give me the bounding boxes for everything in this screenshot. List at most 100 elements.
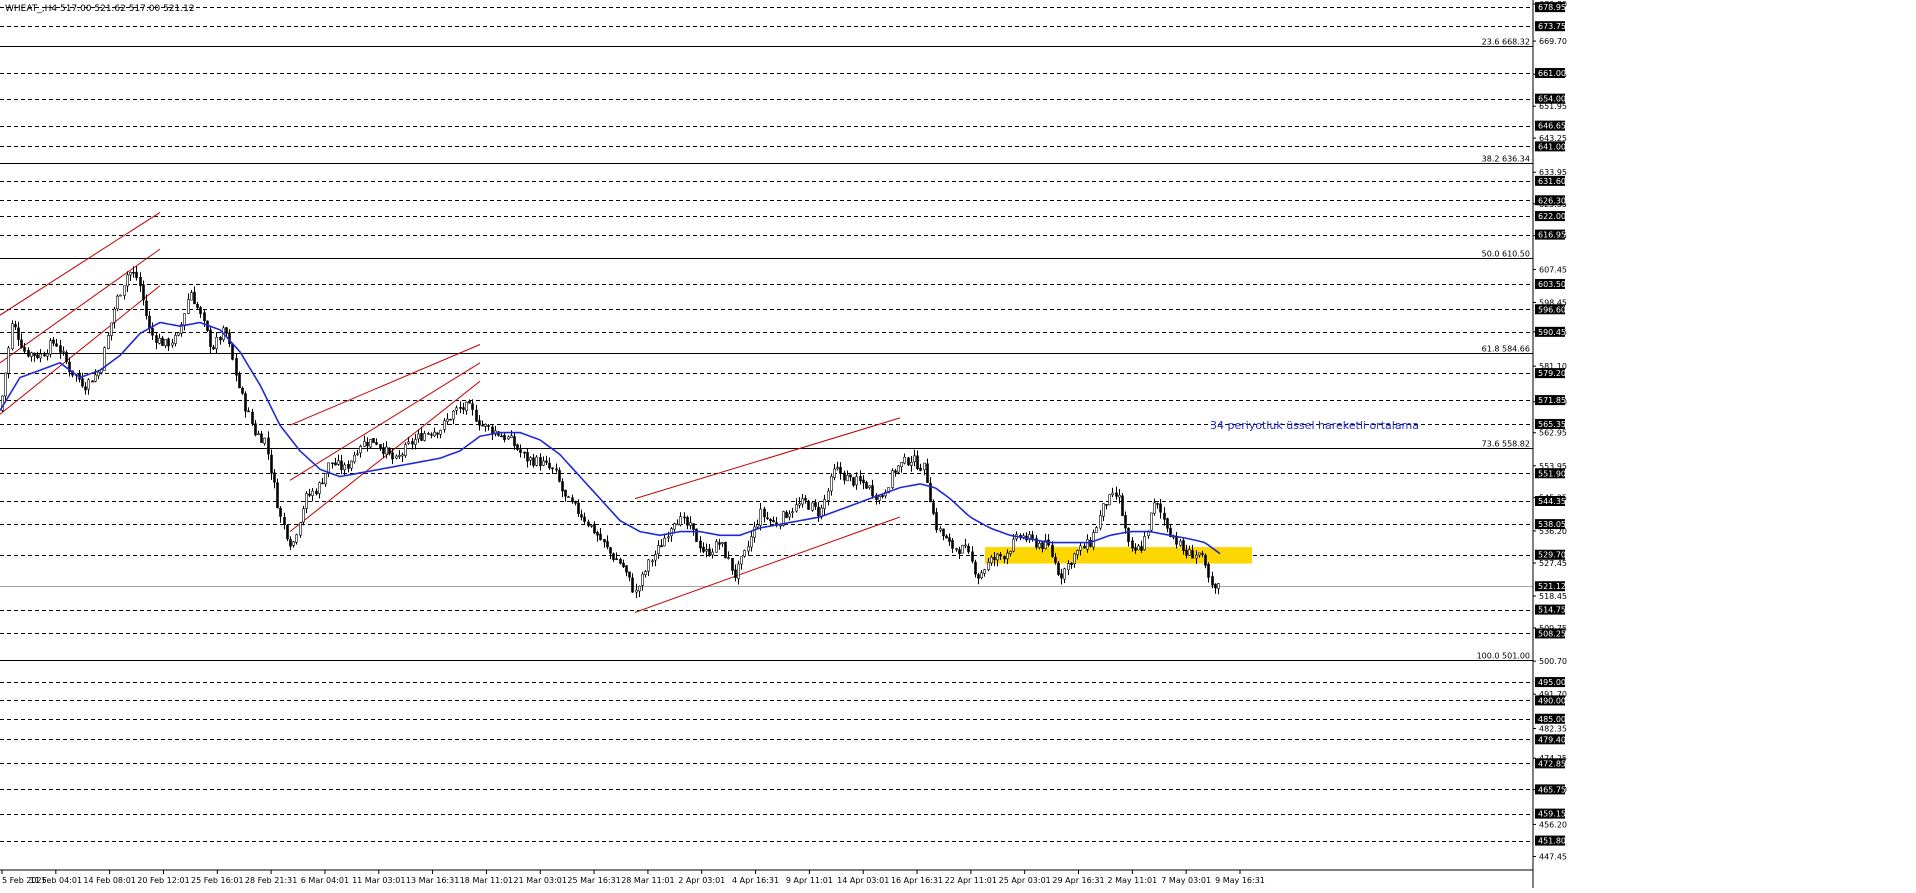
candle-body — [737, 563, 740, 579]
candle-body — [225, 327, 228, 334]
candle-body — [1131, 540, 1134, 549]
candle-body — [23, 347, 26, 352]
candle-body — [1118, 494, 1121, 498]
candle-body — [683, 516, 686, 519]
candle-body — [516, 444, 519, 450]
candle-body — [158, 337, 161, 344]
candle-body — [11, 323, 14, 350]
candle-body — [62, 351, 65, 353]
price-chart[interactable]: 23.6 668.32 38.2 636.34 50.0 610.50 61.8 58… — [0, 0, 1916, 888]
candle-body — [267, 437, 270, 455]
candle-body — [711, 551, 714, 556]
support-zone[interactable] — [985, 547, 1252, 564]
candle-body — [295, 534, 298, 543]
candle-body — [59, 345, 62, 353]
candle-body — [135, 271, 138, 279]
candle-body — [14, 324, 17, 328]
candle-body — [926, 463, 929, 483]
candle-body — [1089, 539, 1092, 547]
candle-body — [4, 372, 7, 397]
candle-body — [1195, 554, 1198, 559]
candle-body — [897, 465, 900, 473]
candle-body — [155, 335, 158, 343]
candle-body — [231, 343, 234, 360]
candle-body — [1127, 527, 1130, 543]
candle-body — [471, 403, 474, 410]
candle-body — [1079, 545, 1082, 551]
candle-body — [673, 523, 676, 530]
candle-body — [286, 524, 289, 540]
candle-body — [894, 470, 897, 473]
candle-body — [1134, 547, 1137, 551]
candle-body — [39, 353, 42, 359]
candle-body — [420, 433, 423, 441]
candle-body — [273, 472, 276, 483]
chart-root: 23.6 668.32 38.2 636.34 50.0 610.50 61.8 58… — [0, 0, 1916, 888]
candle-body — [151, 327, 154, 336]
candle-body — [1214, 583, 1217, 589]
candle-body — [916, 455, 919, 470]
candle-body — [647, 559, 650, 572]
candle-body — [731, 557, 734, 571]
candle-body — [804, 497, 807, 501]
y-tick-label: 607.45 — [1539, 265, 1567, 274]
candle-body — [324, 473, 327, 485]
x-tick-label: 29 Apr 16:31 — [1052, 876, 1104, 885]
x-tick-label: 25 Apr 03:01 — [999, 876, 1051, 885]
y-tick-label: 527.45 — [1539, 559, 1567, 568]
candle-body — [452, 410, 455, 420]
candle-body — [670, 528, 673, 537]
candle-body — [817, 506, 820, 517]
candle-body — [1108, 494, 1111, 506]
candle-body — [686, 516, 689, 526]
candle-body — [436, 432, 439, 435]
candle-body — [235, 358, 238, 376]
candle-body — [315, 490, 318, 495]
price-level-label: 661.00 — [1538, 69, 1566, 78]
candle-body — [209, 329, 212, 347]
candle-body — [545, 460, 548, 463]
candle-body — [1051, 544, 1054, 557]
price-level-label: 544.35 — [1538, 497, 1566, 506]
candle-body — [977, 574, 980, 579]
candle-body — [123, 285, 126, 296]
candle-body — [49, 340, 52, 355]
candle-body — [734, 569, 737, 579]
candle-body — [443, 420, 446, 430]
candle-body — [689, 522, 692, 526]
candle-body — [193, 291, 196, 305]
candle-body — [30, 352, 33, 357]
candle-body — [603, 539, 606, 543]
y-tick-label: 456.20 — [1539, 820, 1567, 829]
candle-body — [743, 550, 746, 557]
x-tick-label: 2 May 11:01 — [1107, 876, 1157, 885]
candle-body — [87, 379, 90, 390]
price-level-label: 646.65 — [1538, 122, 1566, 131]
candle-body — [756, 524, 759, 528]
candle-body — [846, 474, 849, 482]
candle-body — [1143, 536, 1146, 551]
x-tick-label: 25 Feb 16:01 — [191, 876, 243, 885]
candle-body — [932, 502, 935, 514]
fibonacci-label: 100.0 501.00 — [1477, 652, 1530, 661]
candle-body — [583, 516, 586, 522]
x-tick-label: 16 Apr 16:31 — [891, 876, 943, 885]
candle-body — [241, 387, 244, 394]
candle-body — [529, 457, 532, 461]
candle-body — [596, 532, 599, 536]
x-tick-label: 11 Feb 04:01 — [30, 876, 82, 885]
candle-body — [292, 541, 295, 546]
candle-body — [519, 449, 522, 453]
candle-body — [340, 460, 343, 470]
candle-body — [868, 485, 871, 488]
candle-body — [1188, 549, 1191, 556]
candle-body — [606, 541, 609, 548]
candle-body — [839, 466, 842, 475]
candle-body — [1204, 555, 1207, 566]
candle-body — [302, 508, 305, 523]
candle-body — [1115, 492, 1118, 497]
candle-body — [798, 503, 801, 506]
price-level-label: 490.00 — [1538, 696, 1566, 705]
candle-body — [455, 407, 458, 411]
price-level-label: 521.12 — [1538, 582, 1566, 591]
